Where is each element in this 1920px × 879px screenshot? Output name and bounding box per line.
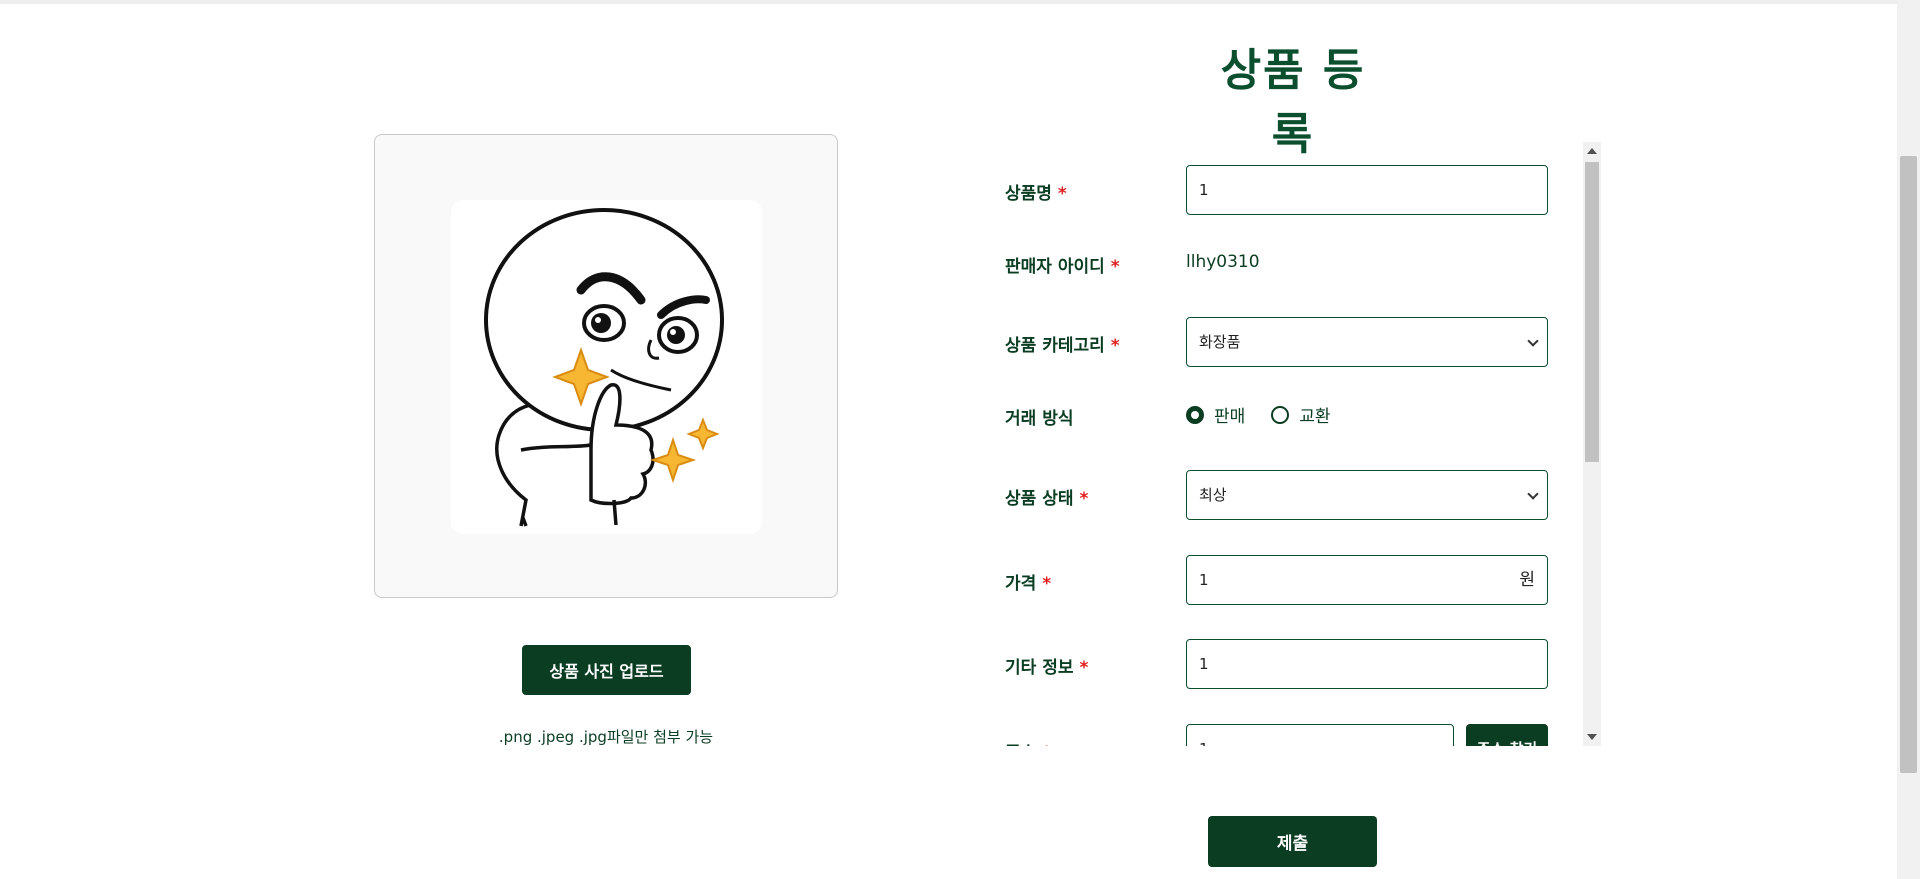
scroll-up-arrow-icon[interactable]: [1587, 148, 1597, 154]
trade-method-label: 거래 방식: [1005, 409, 1074, 429]
submit-button[interactable]: 제출: [1208, 816, 1377, 867]
file-type-note: .png .jpeg .jpg파일만 첨부 가능: [498, 728, 714, 746]
address-input[interactable]: 1: [1186, 724, 1454, 746]
category-select[interactable]: 화장품: [1186, 317, 1548, 367]
upload-photo-button[interactable]: 상품 사진 업로드: [522, 645, 691, 695]
radio-exchange[interactable]: [1271, 405, 1290, 424]
address-search-button[interactable]: 주소 찾기: [1466, 724, 1548, 746]
address-label: 주소*: [1005, 738, 1051, 746]
radio-sell-label[interactable]: 판매: [1214, 402, 1245, 427]
condition-select[interactable]: 최상: [1186, 470, 1548, 520]
product-form[interactable]: 상품명 * 1 판매자 아이디 * llhy0310 상품 카테고리 * 화장품 거래…: [990, 142, 1584, 746]
product-name-input[interactable]: 1: [1186, 165, 1548, 215]
scroll-down-arrow-icon[interactable]: [1587, 734, 1597, 740]
trade-method-radios: 판매 교환: [1186, 402, 1347, 427]
radio-sell[interactable]: [1186, 405, 1204, 424]
seller-id-value: llhy0310: [1186, 252, 1260, 272]
product-image: [451, 200, 762, 534]
extra-info-label: 기타 정보 *: [1005, 658, 1089, 678]
form-scrollbar-thumb[interactable]: [1585, 162, 1599, 462]
price-input[interactable]: 1 원: [1186, 555, 1548, 605]
price-value: 1: [1199, 571, 1209, 589]
category-label: 상품 카테고리 *: [1005, 336, 1120, 356]
page-scrollbar-thumb[interactable]: [1900, 156, 1917, 773]
top-border: [0, 0, 1897, 4]
product-image-preview: [374, 134, 838, 598]
product-name-label: 상품명 *: [1005, 184, 1067, 204]
page-scrollbar[interactable]: [1897, 0, 1920, 879]
price-label: 가격 *: [1005, 574, 1052, 594]
price-unit: 원: [1519, 570, 1535, 590]
sticker-character-illustration: [484, 208, 724, 527]
condition-label: 상품 상태 *: [1005, 489, 1089, 509]
form-scrollbar[interactable]: [1583, 142, 1601, 746]
seller-id-label: 판매자 아이디 *: [1005, 257, 1120, 277]
extra-info-input[interactable]: 1: [1186, 639, 1548, 689]
radio-exchange-label[interactable]: 교환: [1299, 402, 1330, 427]
